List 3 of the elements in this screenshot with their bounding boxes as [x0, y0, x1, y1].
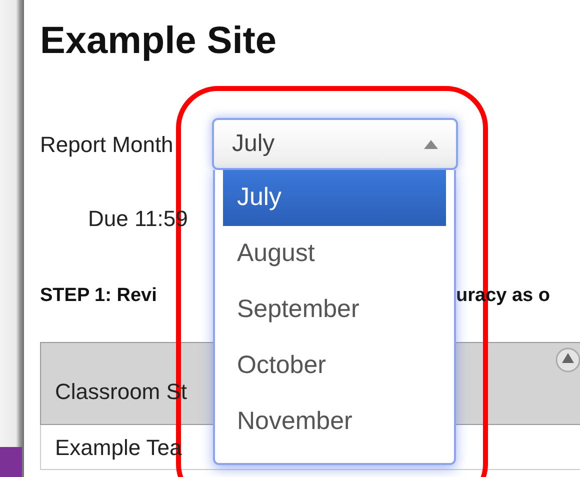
- field-label: Report Month: [40, 130, 174, 159]
- page-title: Example Site: [40, 19, 278, 64]
- step-heading: STEP 1: Revi: [40, 284, 158, 308]
